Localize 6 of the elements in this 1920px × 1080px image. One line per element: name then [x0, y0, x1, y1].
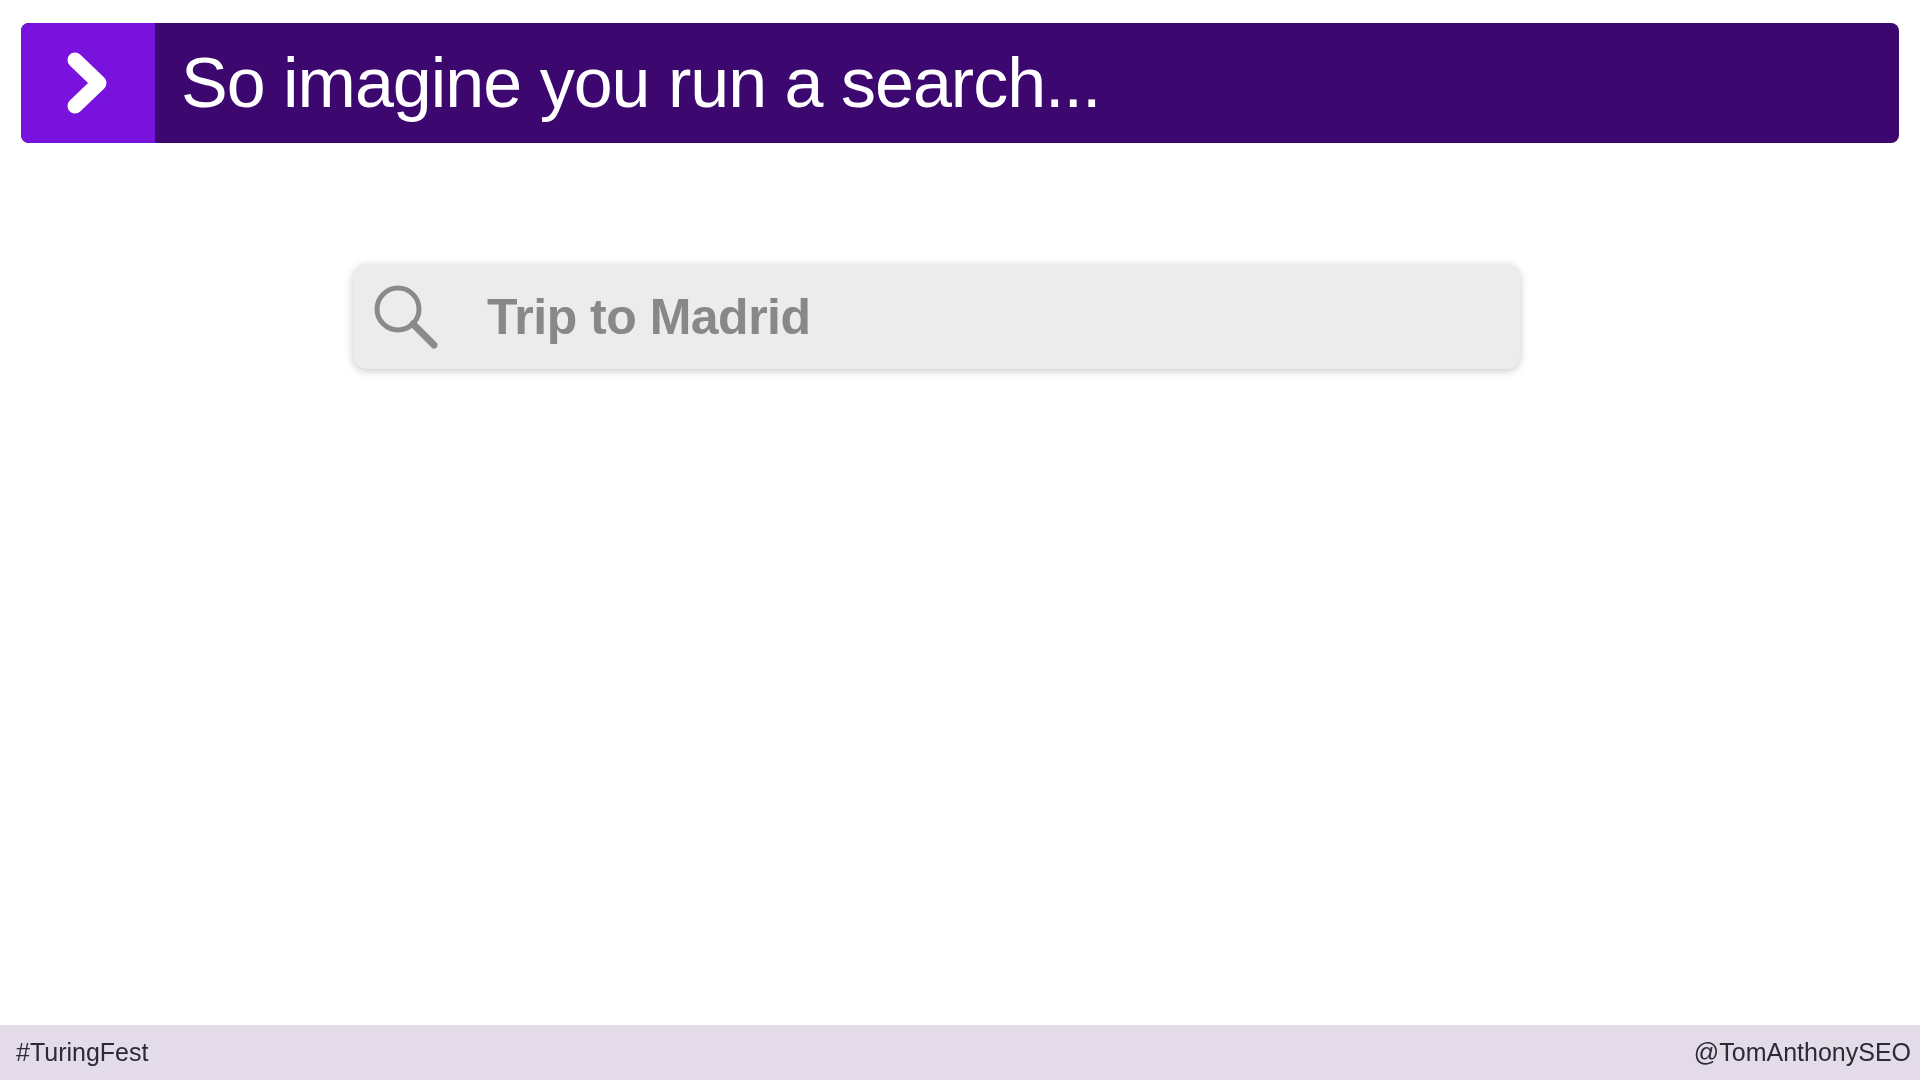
- search-icon: [373, 283, 439, 350]
- slide-title: So imagine you run a search...: [181, 44, 1101, 122]
- chevron-icon: [21, 23, 155, 143]
- handle-text: @TomAnthonySEO: [1693, 1038, 1911, 1067]
- search-field[interactable]: Trip to Madrid: [353, 264, 1520, 369]
- hashtag-text: #TuringFest: [16, 1038, 149, 1067]
